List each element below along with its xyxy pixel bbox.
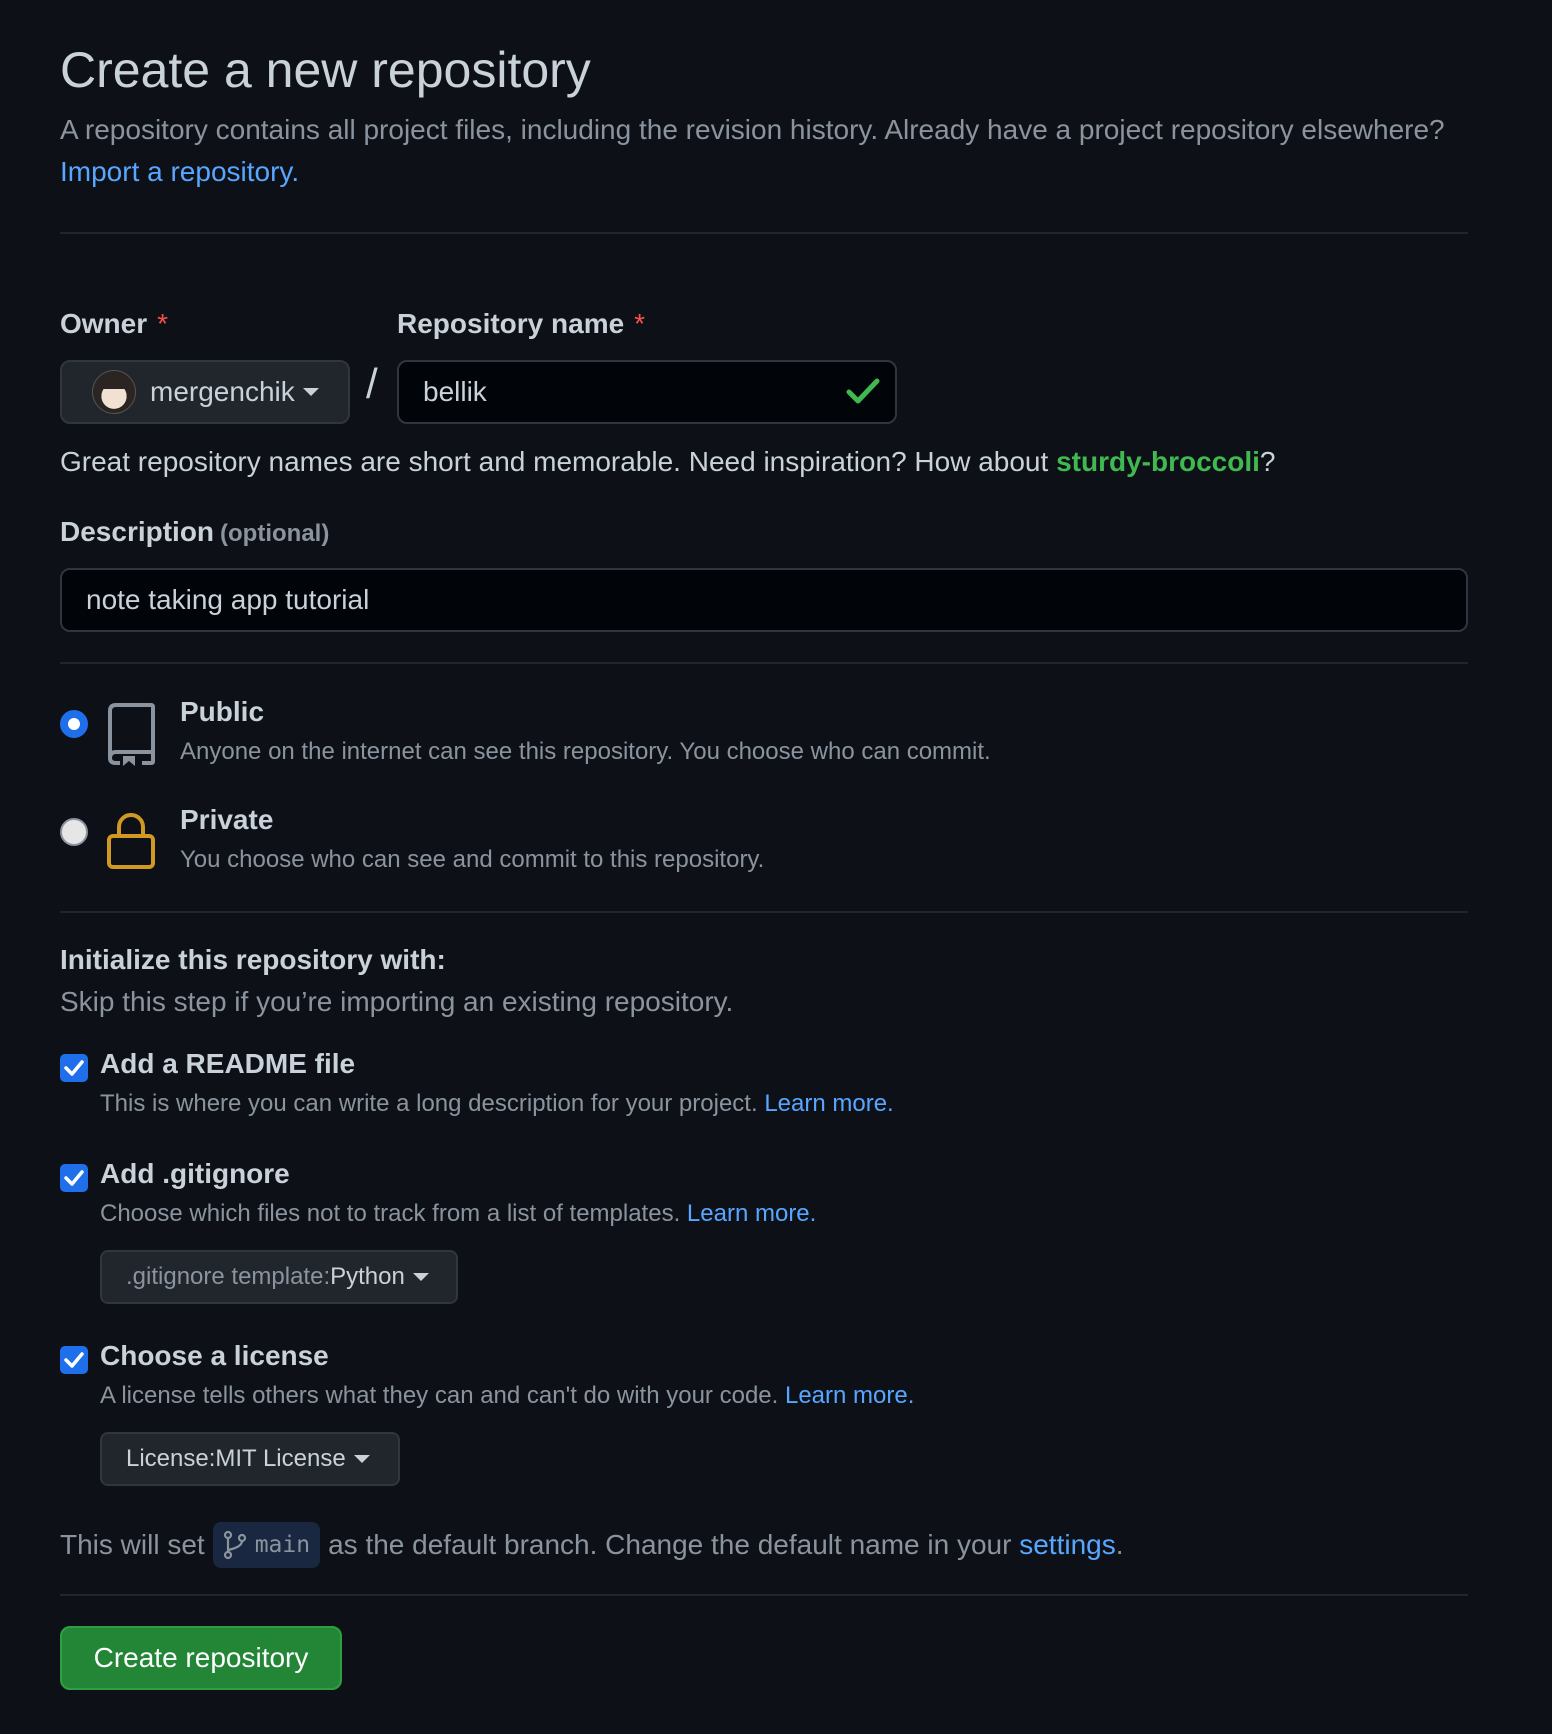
required-mark: * — [634, 308, 646, 339]
branch-name: main — [254, 1532, 311, 1558]
settings-link[interactable]: settings — [1019, 1525, 1116, 1565]
readme-desc-text: This is where you can write a long descr… — [100, 1090, 758, 1117]
description-input[interactable] — [60, 568, 1468, 632]
hint-text: Great repository names are short and mem… — [60, 446, 1057, 477]
gitignore-description: Choose which files not to track from a l… — [100, 1198, 816, 1230]
divider — [60, 1594, 1468, 1596]
owner-dropdown[interactable]: mergenchik — [60, 360, 350, 424]
caret-down-icon — [302, 388, 319, 396]
import-repository-link[interactable]: Import a repository. — [60, 152, 299, 192]
private-radio[interactable] — [60, 818, 88, 846]
git-branch-icon — [223, 1530, 246, 1560]
readme-title: Add a README file — [100, 1048, 356, 1079]
optional-tag: (optional) — [220, 520, 330, 547]
repo-name-label: Repository name * — [397, 306, 645, 342]
readme-checkbox[interactable] — [60, 1054, 88, 1082]
divider — [60, 232, 1468, 234]
caret-down-icon — [353, 1455, 370, 1463]
page-title: Create a new repository — [60, 42, 591, 98]
private-title: Private — [180, 804, 274, 835]
owner-name: mergenchik — [150, 376, 295, 407]
hint-suffix: ? — [1259, 446, 1276, 477]
gitignore-desc-text: Choose which files not to track from a l… — [100, 1200, 681, 1227]
public-title: Public — [180, 696, 265, 727]
private-description: You choose who can see and commit to thi… — [180, 846, 765, 873]
check-icon — [64, 1352, 84, 1368]
name-suggestion-link[interactable]: sturdy-broccoli — [1056, 446, 1260, 477]
repo-name-input[interactable] — [397, 360, 897, 424]
readme-learn-more-link[interactable]: Learn more. — [764, 1090, 893, 1117]
gitignore-title: Add .gitignore — [100, 1158, 290, 1189]
repo-name-hint: Great repository names are short and mem… — [60, 442, 1275, 482]
page-subtitle: A repository contains all project files,… — [60, 114, 1445, 145]
caret-down-icon — [412, 1273, 429, 1281]
license-learn-more-link[interactable]: Learn more. — [785, 1382, 914, 1409]
license-desc-text: A license tells others what they can and… — [100, 1382, 779, 1409]
readme-description: This is where you can write a long descr… — [100, 1088, 894, 1120]
license-title: Choose a license — [100, 1340, 329, 1371]
init-section-title: Initialize this repository with: — [60, 944, 446, 975]
gitignore-learn-more-link[interactable]: Learn more. — [687, 1200, 816, 1227]
init-section-subtitle: Skip this step if you’re importing an ex… — [60, 986, 734, 1017]
license-select-prefix: License: — [126, 1445, 216, 1472]
branch-prefix: This will set — [60, 1529, 205, 1560]
license-checkbox[interactable] — [60, 1346, 88, 1374]
create-repository-button[interactable]: Create repository — [60, 1626, 342, 1690]
avatar — [92, 370, 136, 414]
license-description: A license tells others what they can and… — [100, 1380, 914, 1412]
default-branch-note: This will set main as the default branch… — [60, 1522, 1124, 1568]
branch-suffix: . — [1115, 1529, 1124, 1560]
gitignore-template-select[interactable]: .gitignore template: Python — [100, 1250, 458, 1304]
public-description: Anyone on the internet can see this repo… — [180, 738, 991, 765]
check-icon — [846, 378, 880, 404]
divider — [60, 662, 1468, 664]
public-radio[interactable] — [60, 710, 88, 738]
check-icon — [64, 1170, 84, 1186]
required-mark: * — [157, 308, 169, 339]
divider — [60, 911, 1468, 913]
description-label: Description (optional) — [60, 514, 329, 552]
check-icon — [64, 1060, 84, 1076]
owner-repo-separator: / — [366, 360, 378, 407]
lock-icon — [107, 813, 155, 869]
owner-label: Owner * — [60, 306, 168, 342]
license-select[interactable]: License: MIT License — [100, 1432, 400, 1486]
gitignore-select-prefix: .gitignore template: — [126, 1263, 331, 1290]
repo-name-label-text: Repository name — [397, 308, 625, 339]
create-repo-page: Create a new repository A repository con… — [0, 0, 1552, 1734]
repo-icon — [108, 703, 155, 766]
gitignore-select-value: Python — [330, 1263, 405, 1290]
license-select-value: MIT License — [215, 1445, 346, 1472]
branch-middle: as the default branch. Change the defaul… — [328, 1529, 1012, 1560]
gitignore-checkbox[interactable] — [60, 1164, 88, 1192]
owner-label-text: Owner — [60, 308, 148, 339]
branch-pill: main — [212, 1522, 321, 1568]
description-label-text: Description — [60, 516, 215, 547]
